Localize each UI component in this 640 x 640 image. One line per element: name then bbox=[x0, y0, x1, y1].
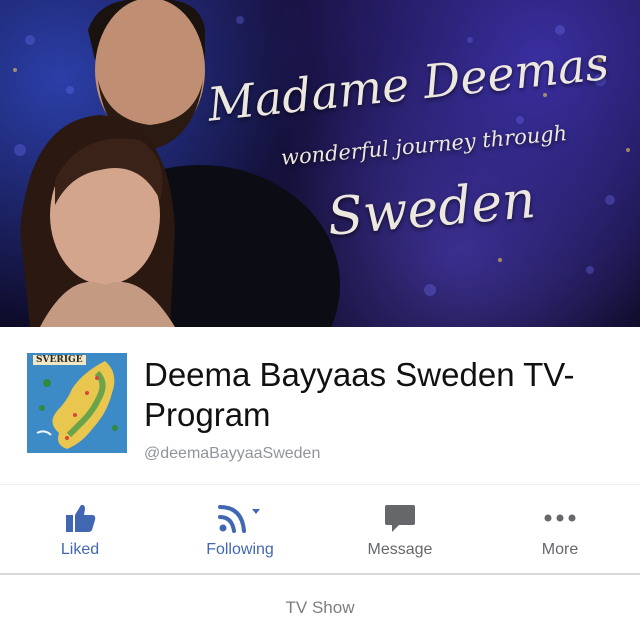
divider bbox=[0, 573, 640, 575]
action-bar: Liked Following Message More bbox=[0, 495, 640, 570]
liked-label: Liked bbox=[60, 541, 100, 558]
page-category[interactable]: TV Show bbox=[0, 598, 640, 618]
thumbs-up-icon bbox=[63, 501, 97, 540]
map-title: SVERIGE bbox=[33, 355, 86, 365]
more-label: More bbox=[541, 541, 579, 558]
divider bbox=[0, 484, 640, 485]
message-label: Message bbox=[367, 541, 433, 558]
rss-feed-icon bbox=[216, 501, 264, 540]
ellipsis-icon bbox=[542, 501, 578, 540]
sweden-map-icon bbox=[27, 353, 127, 453]
speech-bubble-icon bbox=[383, 501, 417, 540]
liked-button[interactable]: Liked bbox=[0, 495, 160, 570]
more-button[interactable]: More bbox=[480, 495, 640, 570]
cover-photo[interactable]: Madame Deemas wonderful journey through … bbox=[0, 0, 640, 327]
message-button[interactable]: Message bbox=[320, 495, 480, 570]
following-button[interactable]: Following bbox=[160, 495, 320, 570]
page-handle: @deemaBayyaaSweden bbox=[144, 445, 321, 462]
page-name: Deema Bayyaas Sweden TV-Program bbox=[144, 356, 575, 433]
profile-picture[interactable]: SVERIGE bbox=[27, 353, 127, 453]
following-label: Following bbox=[206, 541, 274, 558]
